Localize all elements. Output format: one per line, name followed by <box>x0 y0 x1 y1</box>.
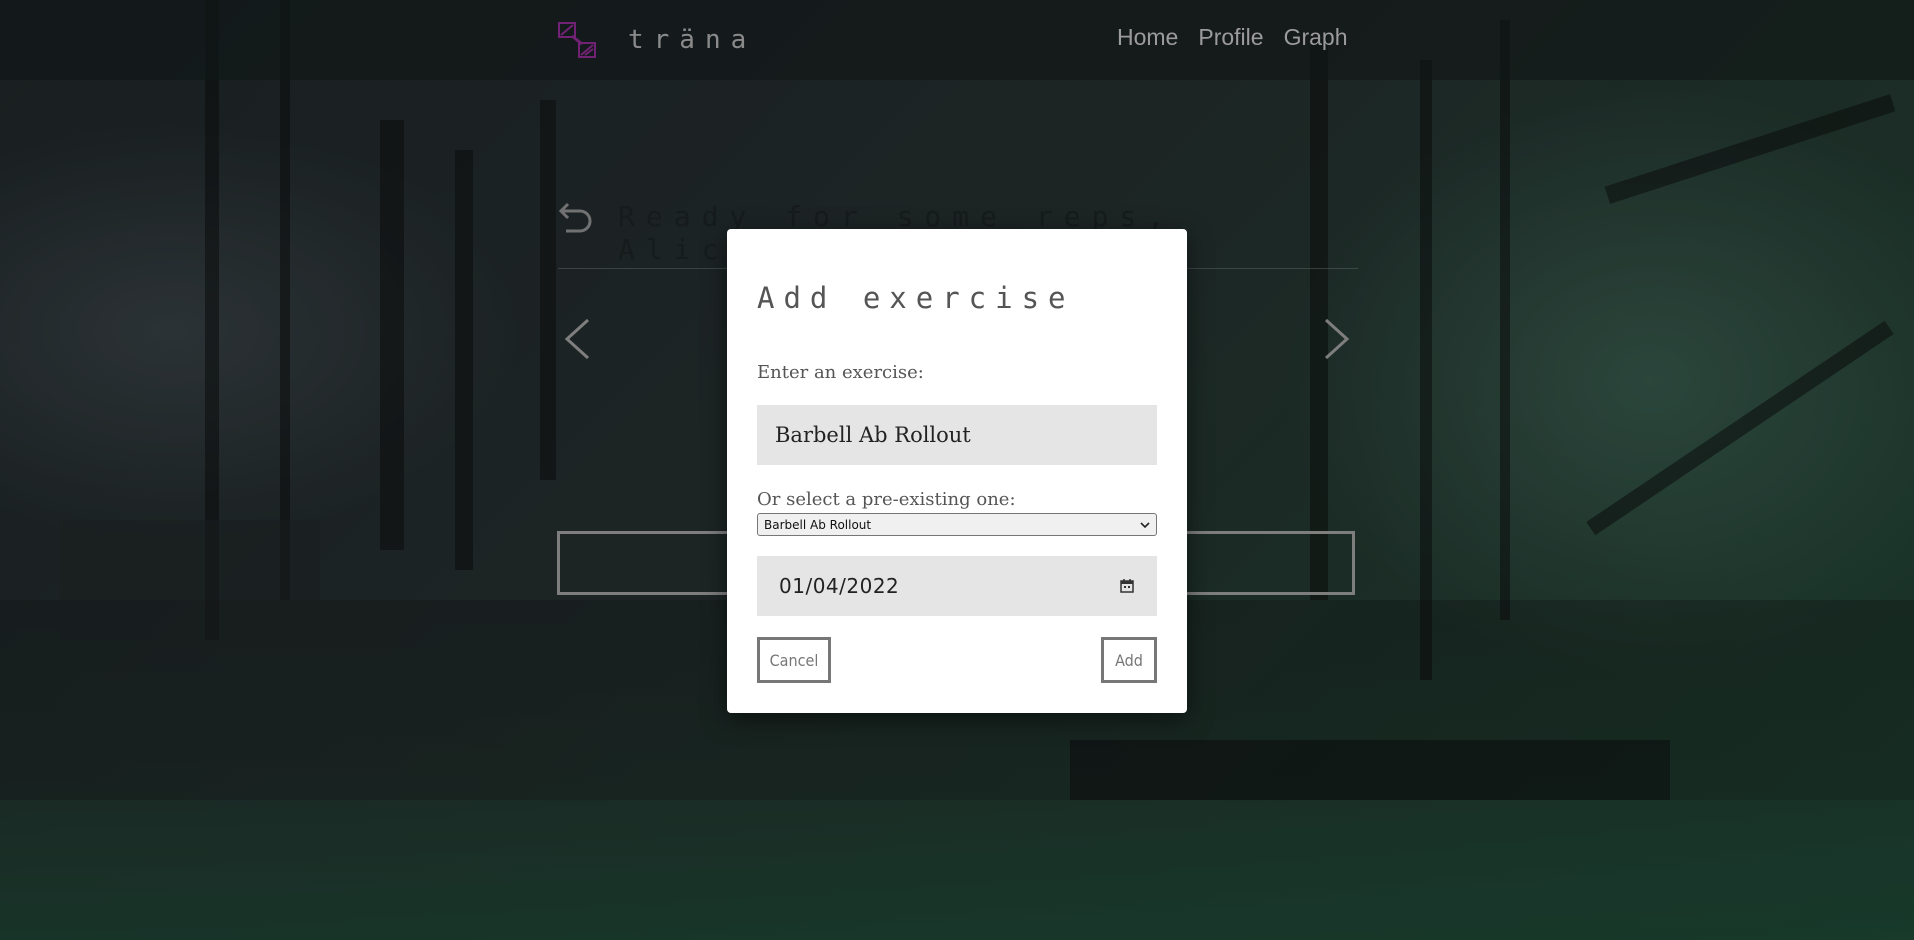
exercise-input[interactable] <box>757 405 1157 465</box>
cancel-button[interactable]: Cancel <box>757 637 831 683</box>
add-exercise-modal: Add exercise Enter an exercise: Or selec… <box>727 229 1187 713</box>
add-button[interactable]: Add <box>1101 637 1157 683</box>
date-value: 01/04/2022 <box>779 574 900 598</box>
date-input[interactable]: 01/04/2022 <box>757 556 1157 616</box>
exercise-label: Enter an exercise: <box>757 362 924 383</box>
exercise-select[interactable]: Barbell Ab Rollout <box>757 513 1157 536</box>
chevron-down-icon <box>1140 521 1150 528</box>
calendar-icon[interactable] <box>1119 578 1135 594</box>
modal-title: Add exercise <box>757 281 1075 315</box>
exercise-select-value: Barbell Ab Rollout <box>764 517 872 532</box>
select-label: Or select a pre-existing one: <box>757 489 1016 510</box>
